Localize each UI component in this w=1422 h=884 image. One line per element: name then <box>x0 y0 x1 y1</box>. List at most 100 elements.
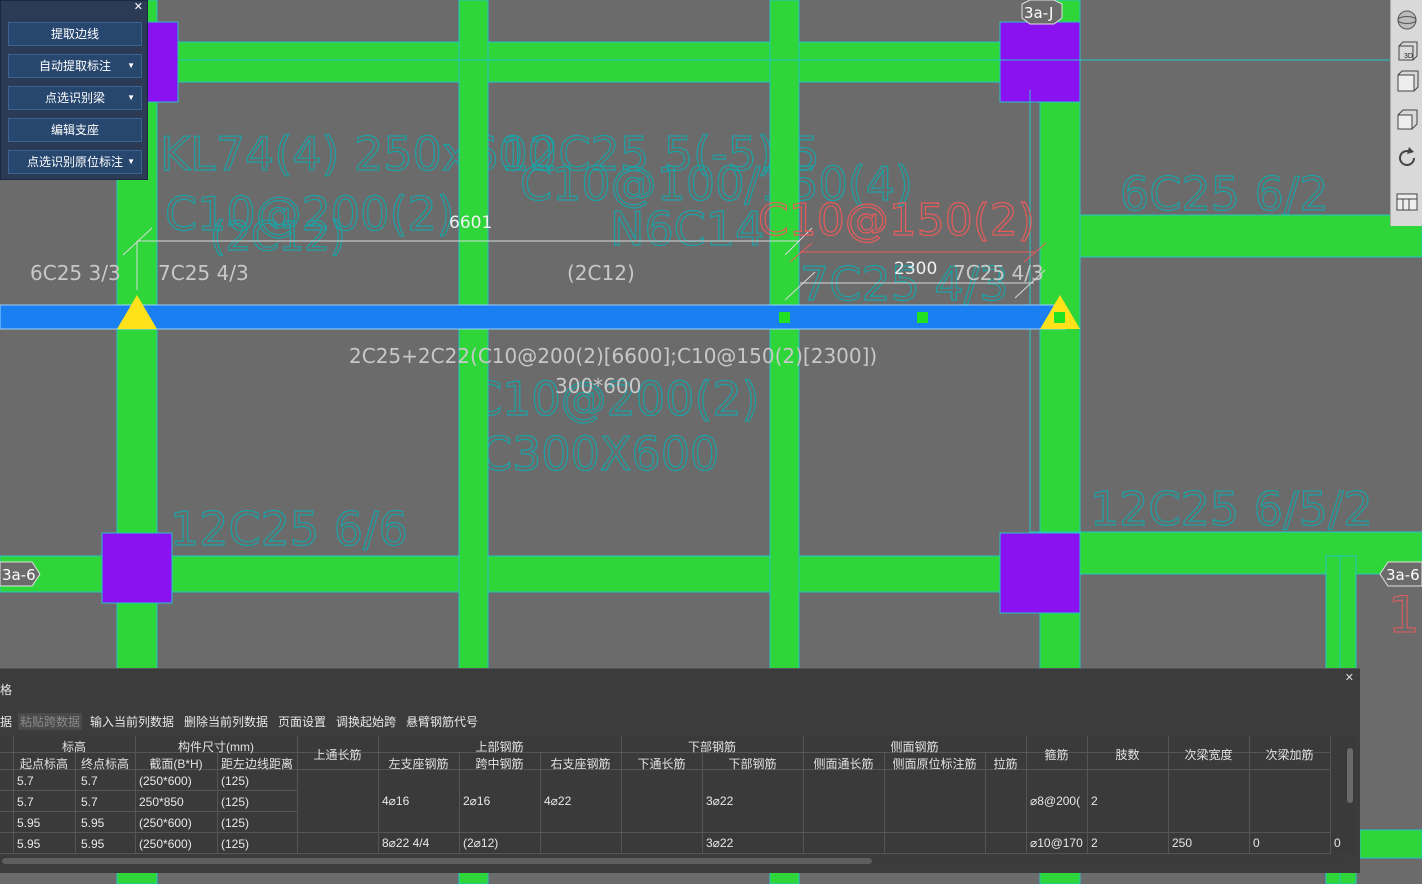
menu-paste-span-data[interactable]: 粘贴跨数据 <box>18 713 83 730</box>
cell-stirrup[interactable]: ⌀8@200( <box>1030 794 1086 808</box>
cell-start-elev[interactable]: 5.7 <box>17 795 34 809</box>
table-horizontal-scrollbar[interactable] <box>0 857 1345 865</box>
cell-legs[interactable]: 2 <box>1091 836 1098 850</box>
subheader-side-long: 侧面通长筋 <box>813 757 874 771</box>
cell-bottom[interactable]: 3⌀22 <box>706 794 733 808</box>
beam-right-lower[interactable] <box>1079 531 1422 575</box>
cell-end-elev[interactable]: 5.7 <box>81 774 98 788</box>
panel-title: 表格 <box>0 683 13 697</box>
dropdown-arrow-icon[interactable]: ▼ <box>127 55 135 77</box>
cell-dist[interactable]: (125) <box>221 795 249 809</box>
cell-end-elev[interactable]: 5.95 <box>81 816 104 830</box>
beam-section-label: 300*600 <box>555 374 641 398</box>
bg-annotation: KL74(4) 250x600 <box>160 127 557 181</box>
auto-extract-annotation-button[interactable]: 自动提取标注 ▼ <box>8 54 142 78</box>
menu-swap-start-span[interactable]: 调换起始跨 <box>336 713 396 730</box>
button-label: 编辑支座 <box>50 123 99 137</box>
bg-annotation: (2C12) <box>210 214 346 260</box>
grip-point[interactable] <box>917 312 928 323</box>
bg-annotation: 6C25 6/2 <box>1120 167 1329 221</box>
grip-point[interactable] <box>779 312 790 323</box>
header-elevation: 标高 <box>61 740 86 754</box>
stirrup-label-highlight: C10@150(2) <box>758 195 1035 246</box>
toolbox-close-icon[interactable]: ✕ <box>134 1 143 13</box>
subheader-dist: 距左边线距离 <box>220 757 293 771</box>
pillar[interactable] <box>999 532 1081 614</box>
header-secondary-width: 次梁宽度 <box>1184 748 1233 762</box>
scrollbar-thumb[interactable] <box>2 858 872 864</box>
axis-bubble: 3a-6 <box>1379 561 1422 587</box>
subheader-side-local: 侧面原位标注筋 <box>892 757 977 771</box>
selected-beam[interactable] <box>0 304 1066 330</box>
cell-end-elev[interactable]: 5.7 <box>81 795 98 809</box>
top-view-icon[interactable] <box>1395 70 1419 94</box>
menu-page-setup[interactable]: 页面设置 <box>278 713 326 730</box>
header-legs: 肢数 <box>1115 748 1140 762</box>
axis-bubble: 3a-6 <box>0 561 41 587</box>
dropdown-arrow-icon[interactable]: ▼ <box>127 87 135 109</box>
pick-identify-beam-button[interactable]: 点选识别梁 ▼ <box>8 86 142 110</box>
menu-delete-column-data[interactable]: 删除当前列数据 <box>184 713 268 730</box>
menu-cantilever-code[interactable]: 悬臂钢筋代号 <box>406 713 478 730</box>
header-top-continuous: 上通长筋 <box>313 748 362 762</box>
cell-dist[interactable]: (125) <box>221 774 249 788</box>
cell-section[interactable]: 250*850 <box>139 795 184 809</box>
menu-input-column-data[interactable]: 输入当前列数据 <box>90 713 174 730</box>
header-member-size: 构件尺寸(mm) <box>178 740 254 754</box>
menu-data[interactable]: 数据 <box>0 713 12 730</box>
scrollbar-thumb[interactable] <box>1347 748 1353 803</box>
dropdown-arrow-icon[interactable]: ▼ <box>127 151 135 173</box>
edit-support-button[interactable]: 编辑支座 <box>8 118 142 142</box>
header-stirrup: 箍筋 <box>1044 748 1069 762</box>
cell-start-elev[interactable]: 5.95 <box>17 816 40 830</box>
cell-section[interactable]: (250*600) <box>139 837 192 851</box>
bg-annotation: C300X600 <box>480 427 719 481</box>
cell-secondary-add[interactable]: 0 <box>1253 836 1260 850</box>
rotate-icon[interactable] <box>1395 146 1419 170</box>
svg-text:3a-6: 3a-6 <box>2 566 36 584</box>
cell-mid[interactable]: 2⌀16 <box>463 794 490 808</box>
view-cube-icon[interactable] <box>1395 8 1419 32</box>
dimension-span1: 6601 <box>449 213 492 233</box>
cell-right-support[interactable]: 4⌀22 <box>544 794 571 808</box>
subheader-bottom-long: 下通长筋 <box>637 757 686 771</box>
cell-mid[interactable]: (2⌀12) <box>463 836 498 850</box>
beam-right-upper[interactable] <box>1079 214 1422 258</box>
cell-stirrup[interactable]: ⌀10@170 <box>1030 836 1086 850</box>
cell-start-elev[interactable]: 5.7 <box>17 774 34 788</box>
pillar[interactable] <box>999 21 1081 103</box>
header-top-rebar: 上部钢筋 <box>475 740 524 754</box>
beam-table[interactable]: 标高 构件尺寸(mm) 上通长筋 上部钢筋 下部钢筋 侧面钢筋 箍筋 肢数 次梁… <box>0 736 1345 854</box>
cell-section[interactable]: (250*600) <box>139 816 192 830</box>
subheader-right-support: 右支座钢筋 <box>550 757 611 771</box>
cell-left-support[interactable]: 4⌀16 <box>382 794 409 808</box>
beam-label-bottom: 2C25+2C22(C10@200(2)[6600];C10@150(2)[23… <box>349 344 877 368</box>
svg-text:3a-J: 3a-J <box>1024 4 1053 22</box>
cell-extra[interactable]: 0 <box>1334 836 1341 850</box>
extract-edge-button[interactable]: 提取边线 <box>8 22 142 46</box>
cell-left-support[interactable]: 8⌀22 4/4 <box>382 836 429 850</box>
subheader-section: 截面(B*H) <box>149 757 203 771</box>
header-bottom-rebar: 下部钢筋 <box>687 740 736 754</box>
beam-label-mid-top: (2C12) <box>567 261 635 285</box>
iso-view-icon[interactable] <box>1395 108 1419 132</box>
cell-secondary-width[interactable]: 250 <box>1172 836 1192 850</box>
dimension-span2: 2300 <box>894 259 937 279</box>
cell-legs[interactable]: 2 <box>1091 794 1098 808</box>
cell-section[interactable]: (250*600) <box>139 774 192 788</box>
cell-start-elev[interactable]: 5.95 <box>17 837 40 851</box>
cell-end-elev[interactable]: 5.95 <box>81 837 104 851</box>
grip-point[interactable] <box>1054 312 1065 323</box>
beam-bottom-right[interactable] <box>1359 829 1422 859</box>
beam-top[interactable] <box>119 41 1021 83</box>
pillar[interactable] <box>101 532 173 604</box>
subheader-mid: 跨中钢筋 <box>475 757 524 771</box>
cell-dist[interactable]: (125) <box>221 816 249 830</box>
3d-view-icon[interactable]: 3D <box>1395 40 1419 64</box>
panel-close-icon[interactable]: ✕ <box>1345 671 1354 684</box>
table-vertical-scrollbar[interactable] <box>1345 736 1355 854</box>
pick-identify-local-annotation-button[interactable]: 点选识别原位标注 ▼ <box>8 150 142 174</box>
cell-dist[interactable]: (125) <box>221 837 249 851</box>
cell-bottom[interactable]: 3⌀22 <box>706 836 733 850</box>
grid-panel-icon[interactable] <box>1395 190 1419 214</box>
